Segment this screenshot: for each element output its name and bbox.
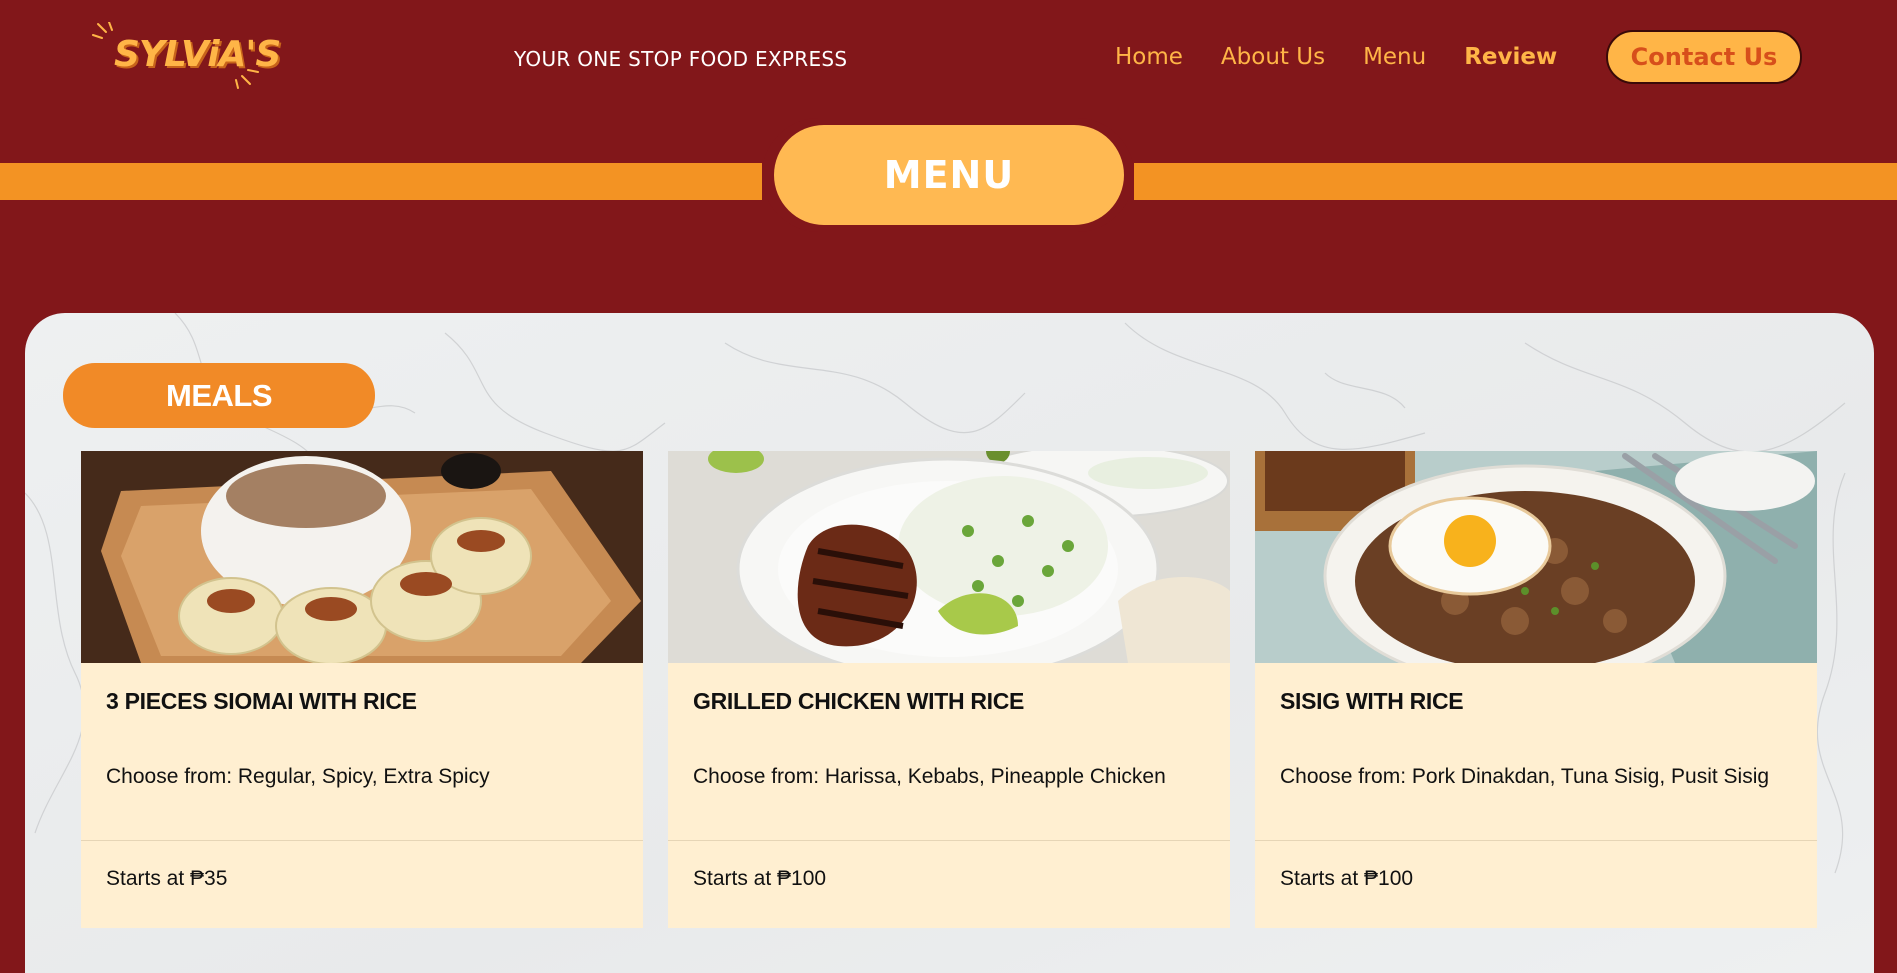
card-price: Starts at ₱35 xyxy=(106,867,228,890)
banner-stripe-right xyxy=(1134,163,1897,200)
banner-stripe-left xyxy=(0,163,762,200)
card-divider xyxy=(1255,840,1817,841)
sylvias-logo[interactable]: SYLViA'S xyxy=(92,22,281,90)
site-header: SYLViA'S YOUR ONE STOP FOOD EXPRESS Home… xyxy=(0,0,1897,120)
menu-card-siomai[interactable]: 3 PIECES SIOMAI WITH RICE Choose from: R… xyxy=(81,451,643,928)
logo-text: SYLViA'S xyxy=(114,34,281,75)
contact-us-button[interactable]: Contact Us xyxy=(1606,30,1802,84)
nav-menu[interactable]: Menu xyxy=(1363,44,1426,70)
card-price: Starts at ₱100 xyxy=(1280,867,1414,890)
card-price: Starts at ₱100 xyxy=(693,867,827,890)
card-divider xyxy=(668,840,1230,841)
card-divider xyxy=(81,840,643,841)
sisig-rice-photo xyxy=(1255,451,1817,663)
nav-review[interactable]: Review xyxy=(1464,44,1557,70)
nav-home[interactable]: Home xyxy=(1115,44,1183,70)
menu-card-sisig[interactable]: SISIG WITH RICE Choose from: Pork Dinakd… xyxy=(1255,451,1817,928)
menu-title-pill: MENU xyxy=(774,125,1124,225)
tagline: YOUR ONE STOP FOOD EXPRESS xyxy=(514,47,848,71)
nav-about-us[interactable]: About Us xyxy=(1221,44,1325,70)
card-description: Choose from: Regular, Spicy, Extra Spicy xyxy=(106,765,490,788)
main-nav: Home About Us Menu Review xyxy=(1115,44,1595,70)
card-title: GRILLED CHICKEN WITH RICE xyxy=(693,688,1025,714)
grilled-chicken-photo xyxy=(668,451,1230,663)
card-description: Choose from: Pork Dinakdan, Tuna Sisig, … xyxy=(1280,765,1770,788)
menu-card-grilled-chicken[interactable]: GRILLED CHICKEN WITH RICE Choose from: H… xyxy=(668,451,1230,928)
card-description: Choose from: Harissa, Kebabs, Pineapple … xyxy=(693,765,1166,788)
meals-category-tab[interactable]: MEALS xyxy=(63,363,375,428)
siomai-rice-photo xyxy=(81,451,643,663)
card-title: 3 PIECES SIOMAI WITH RICE xyxy=(106,688,417,714)
card-title: SISIG WITH RICE xyxy=(1280,688,1464,714)
